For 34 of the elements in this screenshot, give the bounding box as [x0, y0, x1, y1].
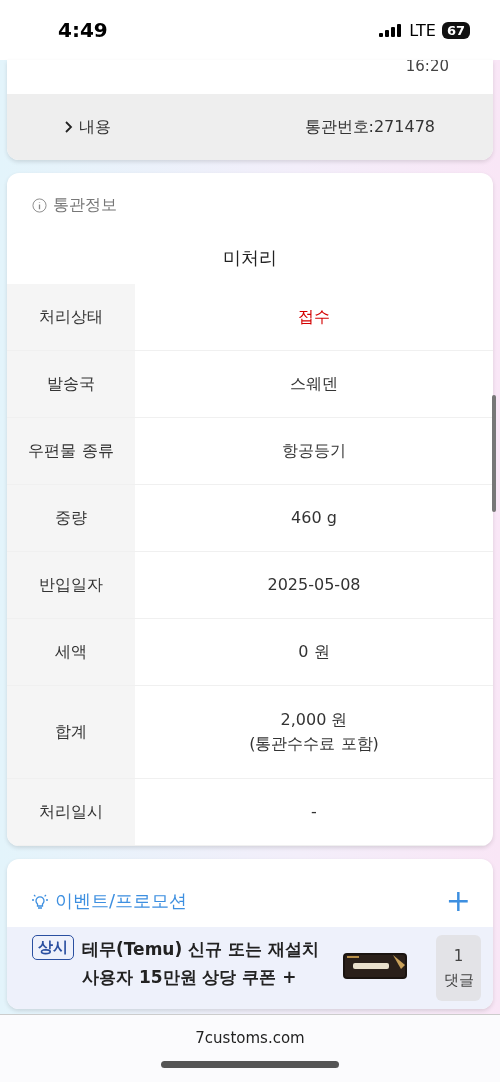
section-title: 통관정보 — [53, 195, 117, 216]
row-note: (통관수수료 포함) — [249, 733, 379, 755]
time-text: 16:20 — [405, 60, 449, 77]
row-label: 합계 — [7, 686, 135, 778]
url-text: 7customs.com — [195, 1029, 305, 1047]
row-value: 스웨덴 — [290, 373, 338, 395]
row-value: 접수 — [298, 306, 330, 328]
battery-level: 67 — [441, 21, 470, 39]
row-label: 중량 — [7, 485, 135, 551]
row-value: 0 원 — [298, 641, 330, 663]
row-value: 2,000 원 — [280, 709, 348, 731]
expand-toggle[interactable]: 내용 — [65, 116, 111, 138]
info-icon — [32, 198, 47, 213]
row-label: 처리상태 — [7, 284, 135, 350]
tag-label: 상시 — [32, 935, 74, 960]
status-heading: 미처리 — [222, 246, 278, 270]
row-value: - — [311, 801, 317, 823]
row-label: 발송국 — [7, 351, 135, 417]
row-label: 반입일자 — [7, 552, 135, 618]
network-type: LTE — [409, 20, 436, 40]
row-label: 우편물 종류 — [7, 418, 135, 484]
row-value: 항공등기 — [282, 440, 346, 462]
section-title: 이벤트/프로모션 — [55, 889, 188, 913]
status-time: 4:49 — [58, 18, 108, 42]
comment-count-button[interactable]: 1 댓글 — [436, 935, 481, 1001]
lightbulb-icon — [31, 892, 49, 910]
row-value: 460 g — [291, 507, 337, 529]
row-label: 세액 — [7, 619, 135, 685]
row-value: 2025-05-08 — [267, 574, 361, 596]
signal-icon — [379, 23, 404, 37]
event-title[interactable]: 테무(Temu) 신규 또는 재설치 사용자 15만원 상당 쿠폰 + — [82, 935, 327, 991]
row-label: 처리일시 — [7, 779, 135, 845]
customs-number: 통관번호:271478 — [304, 116, 435, 138]
chevron-icon — [65, 121, 73, 133]
